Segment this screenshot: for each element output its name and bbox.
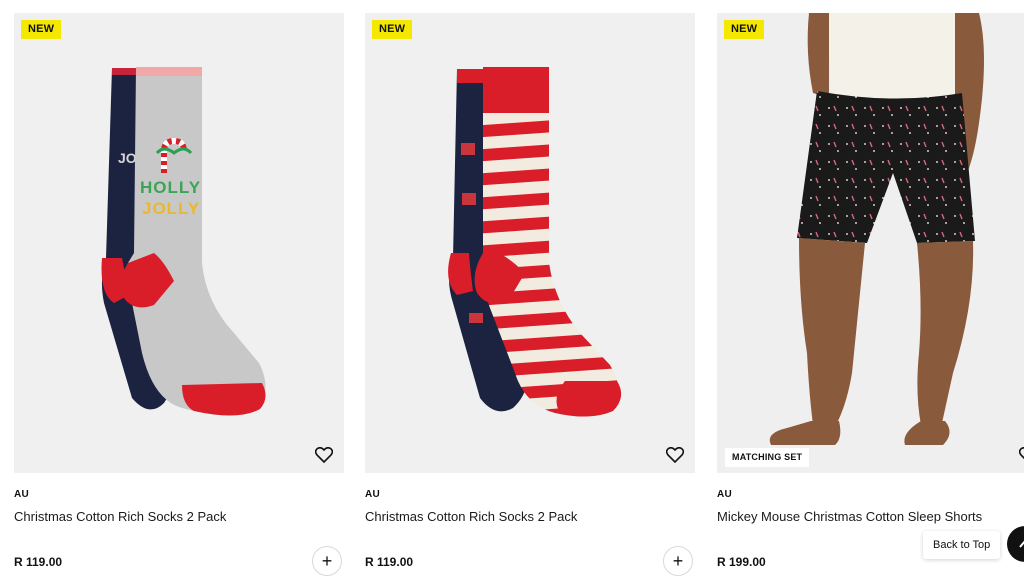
product-name[interactable]: Christmas Cotton Rich Socks 2 Pack (365, 509, 577, 524)
product-image[interactable]: NEW MATCHING SET (717, 13, 1024, 473)
wishlist-button[interactable] (1017, 444, 1024, 466)
product-brand: AU (365, 489, 381, 500)
product-name[interactable]: Mickey Mouse Christmas Cotton Sleep Shor… (717, 509, 982, 524)
new-badge: NEW (21, 20, 62, 39)
plus-icon: + (321, 550, 333, 571)
product-card[interactable]: JO HOLLY JOLLY NEW AU Christmas Cotton R… (14, 13, 344, 582)
back-to-top-label[interactable]: Back to Top (923, 531, 1001, 559)
arrow-up-icon (1019, 540, 1024, 548)
back-sock-print: JO (118, 150, 137, 166)
wishlist-button[interactable] (664, 444, 686, 466)
product-price: R 119.00 (365, 555, 414, 569)
product-image[interactable]: NEW (365, 13, 695, 473)
sock-print-line1: HOLLY (140, 178, 201, 197)
product-image[interactable]: JO HOLLY JOLLY NEW (14, 13, 344, 473)
product-price: R 199.00 (717, 555, 766, 569)
wishlist-button[interactable] (313, 444, 335, 466)
product-card[interactable]: NEW AU Christmas Cotton Rich Socks 2 Pac… (365, 13, 695, 582)
heart-icon (315, 447, 333, 463)
heart-icon (1019, 447, 1024, 460)
plus-icon: + (672, 550, 684, 571)
product-brand: AU (14, 489, 30, 500)
product-grid: JO HOLLY JOLLY NEW AU Christmas Cotton R… (14, 13, 1024, 582)
product-price: R 119.00 (14, 555, 63, 569)
product-brand: AU (717, 489, 733, 500)
heart-icon (666, 447, 684, 463)
new-badge: NEW (372, 20, 413, 39)
sock-print-line2: JOLLY (142, 199, 200, 218)
product-card[interactable]: NEW MATCHING SET AU Mickey Mouse Christm… (717, 13, 1024, 582)
product-name[interactable]: Christmas Cotton Rich Socks 2 Pack (14, 509, 226, 524)
grey-socks-illustration: JO HOLLY JOLLY (101, 67, 266, 416)
striped-socks-illustration (448, 67, 622, 417)
add-to-cart-button[interactable]: + (312, 546, 342, 576)
new-badge: NEW (724, 20, 765, 39)
add-to-cart-button[interactable]: + (663, 546, 693, 576)
matching-set-badge: MATCHING SET (725, 448, 810, 467)
sleep-shorts-photo (769, 13, 984, 445)
